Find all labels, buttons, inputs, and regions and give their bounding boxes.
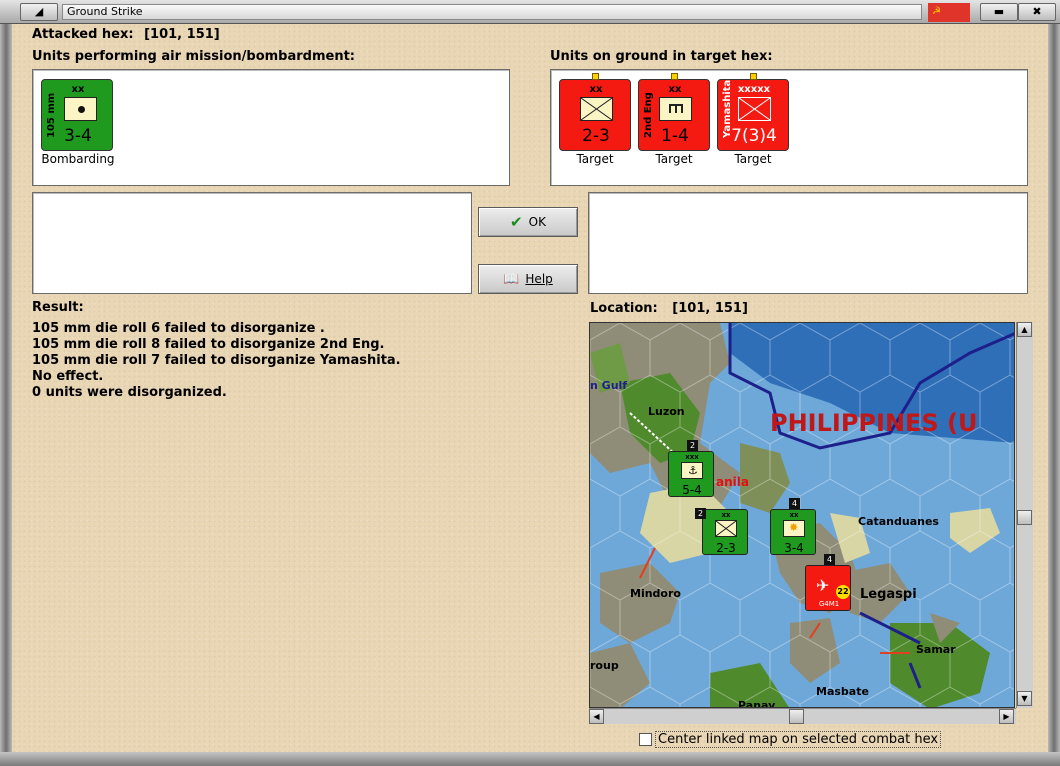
unit-strength: 3-4 xyxy=(784,541,804,555)
unit-strength: 2-3 xyxy=(716,541,736,555)
explosion-marker-icon: ✸ xyxy=(783,520,805,537)
marine-symbol-icon: ⚓ xyxy=(681,462,703,479)
map-label-legaspi: Legaspi xyxy=(860,587,917,602)
result-line: 105 mm die roll 6 failed to disorganize … xyxy=(32,321,325,336)
result-line: No effect. xyxy=(32,369,104,384)
map-label-manila: anila xyxy=(716,475,749,489)
unit-size: xx xyxy=(721,511,731,519)
location-label: Location: [101, 151] xyxy=(590,301,748,316)
unit-strength: 7(3)4 xyxy=(731,126,777,146)
unit-size: xx xyxy=(589,84,603,95)
supply-marker-icon xyxy=(750,73,757,80)
air-strength-badge: 22 xyxy=(836,585,850,599)
hex-map[interactable]: n Gulf Luzon anila PHILIPPINES (U Catand… xyxy=(589,322,1015,708)
ok-button[interactable]: ✔ OK xyxy=(478,207,578,237)
air-units-panel: xx 105 mm 3-4 Bombarding xyxy=(32,69,510,186)
ground-unit-counter[interactable]: xxxxx Yamashita 7(3)4 xyxy=(717,73,789,151)
window-bottom-border xyxy=(0,752,1060,766)
window-right-border xyxy=(1048,24,1060,756)
infantry-symbol-icon xyxy=(580,97,613,121)
artillery-symbol-icon xyxy=(64,97,97,121)
map-label-catanduanes: Catanduanes xyxy=(858,515,939,528)
aircraft-icon: ✈ xyxy=(816,576,830,595)
map-label-samar: Samar xyxy=(916,643,956,656)
hq-symbol-icon xyxy=(738,97,771,121)
unit-name: G4M1 xyxy=(818,600,840,608)
map-label-gulf: n Gulf xyxy=(590,379,628,392)
checkmark-icon: ✔ xyxy=(510,213,523,231)
help-book-icon: 📖 xyxy=(503,271,520,287)
attacker-info-panel xyxy=(32,192,472,294)
ground-unit-counter[interactable]: xx 2nd Eng 1-4 xyxy=(638,73,710,151)
map-unit-counter[interactable]: 4 xx ✸ 3-4 xyxy=(770,498,816,555)
map-label-group: roup xyxy=(590,659,619,672)
window-menu-button[interactable]: ◢ xyxy=(20,3,58,21)
stack-count-badge: 4 xyxy=(789,498,800,509)
supply-marker-icon xyxy=(592,73,599,80)
location-value: [101, 151] xyxy=(672,301,748,316)
result-line: 105 mm die roll 8 failed to disorganize … xyxy=(32,337,385,352)
help-button[interactable]: 📖 Help xyxy=(478,264,578,294)
attacked-hex-caption: Attacked hex: xyxy=(32,27,134,42)
stack-count-badge: 2 xyxy=(687,440,698,451)
title-bar: ◢ Ground Strike ☭ ▬ ✖ xyxy=(0,0,1060,24)
attacked-hex-value: [101, 151] xyxy=(144,27,220,42)
help-button-label: Help xyxy=(525,272,553,286)
map-unit-counter[interactable]: 2 xxx ⚓ 5-4 xyxy=(668,440,714,497)
attacked-hex-label: Attacked hex: [101, 151] xyxy=(32,27,220,42)
window-title: Ground Strike xyxy=(62,4,922,20)
defender-info-panel xyxy=(588,192,1028,294)
map-label-philippines: PHILIPPINES (U xyxy=(770,409,978,437)
scroll-left-button[interactable]: ◀ xyxy=(589,709,604,724)
ground-unit-counter[interactable]: xx 2-3 xyxy=(559,73,631,151)
ground-units-heading: Units on ground in target hex: xyxy=(550,49,773,64)
air-unit-counter[interactable]: xx 105 mm 3-4 xyxy=(41,79,113,151)
result-line: 0 units were disorganized. xyxy=(32,385,227,400)
map-vertical-scrollbar[interactable]: ▲ ▼ xyxy=(1016,322,1033,708)
stack-count-badge: 4 xyxy=(824,554,835,565)
map-unit-counter[interactable]: 2 xx 2-3 xyxy=(695,508,748,555)
ok-button-label: OK xyxy=(528,215,546,229)
unit-size: xx xyxy=(789,511,799,519)
map-label-masbate: Masbate xyxy=(816,685,869,698)
minimize-button[interactable]: ▬ xyxy=(980,3,1018,21)
engineer-symbol-icon xyxy=(659,97,692,121)
result-heading: Result: xyxy=(32,300,84,315)
map-label-panay: Panay xyxy=(738,699,776,708)
ground-units-panel: xx 2-3 Target xx 2nd Eng 1-4 Target xxxx… xyxy=(550,69,1028,186)
window-left-border xyxy=(0,24,12,756)
map-label-mindoro: Mindoro xyxy=(630,587,681,600)
unit-status: Target xyxy=(734,152,772,166)
result-log: 105 mm die roll 6 failed to disorganize … xyxy=(32,321,401,401)
unit-strength: 1-4 xyxy=(661,126,689,146)
supply-marker-icon xyxy=(671,73,678,80)
center-map-checkbox[interactable] xyxy=(639,733,652,746)
infantry-symbol-icon xyxy=(715,520,737,537)
scroll-down-button[interactable]: ▼ xyxy=(1017,691,1032,706)
map-label-luzon: Luzon xyxy=(648,405,685,418)
horizontal-scroll-thumb[interactable] xyxy=(789,709,804,724)
unit-strength: 2-3 xyxy=(582,126,610,146)
air-units-heading: Units performing air mission/bombardment… xyxy=(32,49,356,64)
close-button[interactable]: ✖ xyxy=(1018,3,1056,21)
scroll-up-button[interactable]: ▲ xyxy=(1017,322,1032,337)
dialog-body: Attacked hex: [101, 151] Units performin… xyxy=(12,24,1048,752)
unit-strength: 5-4 xyxy=(682,483,702,497)
location-caption: Location: xyxy=(590,301,658,316)
unit-size: xxx xyxy=(685,453,699,461)
map-air-unit-counter[interactable]: 4 ✈ 22 G4M1 xyxy=(805,554,851,611)
map-horizontal-scrollbar[interactable]: ◀ ▶ xyxy=(589,708,1016,724)
nation-flag-icon: ☭ xyxy=(928,3,970,22)
result-line: 105 mm die roll 7 failed to disorganize … xyxy=(32,353,401,368)
vertical-scroll-thumb[interactable] xyxy=(1017,510,1032,525)
unit-status: Target xyxy=(576,152,614,166)
unit-status: Target xyxy=(655,152,693,166)
unit-status: Bombarding xyxy=(41,152,115,166)
center-map-checkbox-label[interactable]: Center linked map on selected combat hex xyxy=(655,731,942,748)
scroll-right-button[interactable]: ▶ xyxy=(999,709,1014,724)
unit-strength: 3-4 xyxy=(64,126,92,146)
